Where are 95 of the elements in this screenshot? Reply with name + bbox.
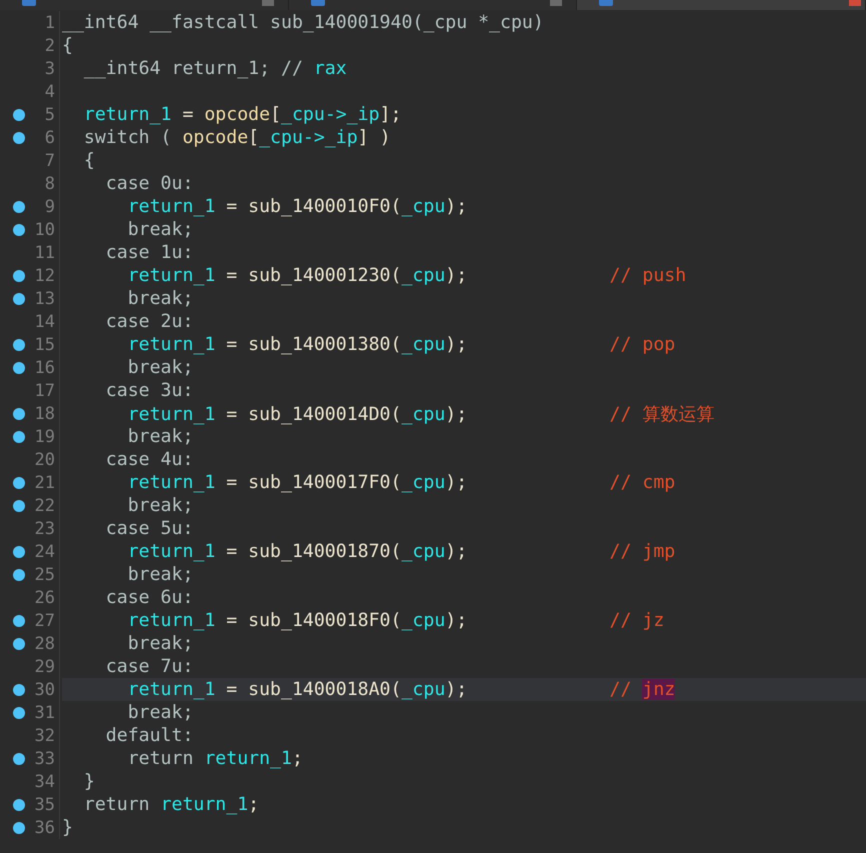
code-line: return_1 = sub_1400018F0(_cpu); // jz bbox=[126, 610, 664, 631]
code-line: return_1 = sub_1400018A0(_cpu); // jnz bbox=[126, 679, 676, 700]
breakpoint-dot[interactable] bbox=[13, 132, 25, 144]
breakpoint-dot[interactable] bbox=[13, 108, 25, 120]
tab[interactable] bbox=[577, 0, 866, 10]
code-line: break; bbox=[126, 288, 194, 309]
breakpoint-dot[interactable] bbox=[13, 430, 25, 442]
code-line: return return_1; bbox=[82, 794, 260, 815]
code-line: default: bbox=[104, 725, 194, 746]
line-number: 26 bbox=[34, 588, 56, 608]
code-line: case 6u: bbox=[104, 587, 194, 608]
code-line: case 1u: bbox=[104, 242, 194, 263]
line-number: 21 bbox=[34, 472, 56, 492]
line-number: 20 bbox=[34, 450, 56, 470]
code-line: case 2u: bbox=[104, 311, 194, 332]
code-line: break; bbox=[126, 219, 194, 240]
breakpoint-dot[interactable] bbox=[13, 500, 25, 512]
line-number: 23 bbox=[34, 518, 56, 538]
line-number: 13 bbox=[34, 288, 56, 308]
breakpoint-dot[interactable] bbox=[13, 408, 25, 420]
line-number: 28 bbox=[34, 634, 56, 654]
code-line: { bbox=[62, 35, 73, 56]
tab[interactable] bbox=[288, 0, 578, 10]
breakpoint-dot[interactable] bbox=[13, 200, 25, 212]
code-line: } bbox=[82, 771, 95, 792]
line-number: 34 bbox=[34, 772, 56, 792]
code-line: __int64 return_1; // rax bbox=[82, 58, 347, 79]
code-line: case 3u: bbox=[104, 380, 194, 401]
line-number: 9 bbox=[44, 196, 56, 216]
line-number: 19 bbox=[34, 426, 56, 446]
line-number: 14 bbox=[34, 312, 56, 332]
line-number: 32 bbox=[34, 726, 56, 746]
code-line: break; bbox=[126, 426, 194, 447]
line-number: 15 bbox=[34, 334, 56, 354]
breakpoint-dot[interactable] bbox=[13, 638, 25, 650]
breakpoint-dot[interactable] bbox=[13, 822, 25, 834]
breakpoint-dot[interactable] bbox=[13, 338, 25, 350]
line-number: 16 bbox=[34, 358, 56, 378]
breakpoint-dot[interactable] bbox=[13, 546, 25, 558]
line-number: 22 bbox=[34, 496, 56, 516]
line-number: 2 bbox=[44, 36, 56, 56]
line-number: 11 bbox=[34, 242, 56, 262]
code-line: case 0u: bbox=[104, 173, 194, 194]
breakpoint-dot[interactable] bbox=[13, 798, 25, 810]
code-line: case 5u: bbox=[104, 518, 194, 539]
code-line: break; bbox=[126, 357, 194, 378]
line-number: 35 bbox=[34, 794, 56, 814]
breakpoint-dot[interactable] bbox=[13, 292, 25, 304]
line-number: 36 bbox=[34, 818, 56, 838]
code-line: break; bbox=[126, 564, 194, 585]
code-line: { bbox=[82, 150, 95, 171]
line-number: 4 bbox=[44, 82, 56, 102]
code-line: break; bbox=[126, 633, 194, 654]
breakpoint-dot[interactable] bbox=[13, 362, 25, 374]
code-line: return_1 = sub_1400014D0(_cpu); // 算数运算 bbox=[126, 403, 714, 426]
code-line: return_1 = sub_140001380(_cpu); // pop bbox=[126, 334, 676, 355]
line-number: 24 bbox=[34, 542, 56, 562]
code-line: switch ( opcode[_cpu->_ip] ) bbox=[82, 127, 391, 148]
code-line: return_1 = opcode[_cpu->_ip]; bbox=[82, 104, 402, 125]
line-number: 27 bbox=[34, 610, 56, 630]
breakpoint-dot[interactable] bbox=[13, 684, 25, 696]
line-number: 12 bbox=[34, 266, 56, 286]
line-number: 31 bbox=[34, 702, 56, 722]
code-line: case 4u: bbox=[104, 449, 194, 470]
breakpoint-dot[interactable] bbox=[13, 614, 25, 626]
code-line: } bbox=[62, 817, 73, 838]
line-number: 6 bbox=[44, 128, 56, 148]
line-number: 1 bbox=[44, 12, 56, 32]
line-number: 17 bbox=[34, 380, 56, 400]
line-number: 10 bbox=[34, 220, 56, 240]
line-number: 29 bbox=[34, 656, 56, 676]
code-line: return_1 = sub_140001870(_cpu); // jmp bbox=[126, 541, 676, 562]
breakpoint-dot[interactable] bbox=[13, 270, 25, 282]
line-number: 30 bbox=[34, 680, 56, 700]
code-line: __int64 __fastcall sub_140001940(_cpu *_cpu) bbox=[62, 12, 544, 33]
line-number: 8 bbox=[44, 174, 56, 194]
line-number: 33 bbox=[34, 748, 56, 768]
code-line: case 7u: bbox=[104, 656, 194, 677]
line-number: 5 bbox=[44, 104, 56, 124]
line-number: 18 bbox=[34, 404, 56, 424]
code-line: return_1 = sub_1400010F0(_cpu); bbox=[126, 196, 468, 217]
line-number: 25 bbox=[34, 564, 56, 584]
line-number: 3 bbox=[44, 58, 56, 78]
line-number: 7 bbox=[44, 150, 56, 170]
code-line: break; bbox=[126, 495, 194, 516]
breakpoint-dot[interactable] bbox=[13, 706, 25, 718]
code-line: return return_1; bbox=[126, 748, 303, 769]
breakpoint-dot[interactable] bbox=[13, 752, 25, 764]
code-line: return_1 = sub_140001230(_cpu); // push bbox=[126, 265, 686, 286]
breakpoint-dot[interactable] bbox=[13, 224, 25, 236]
breakpoint-dot[interactable] bbox=[13, 568, 25, 580]
breakpoint-dot[interactable] bbox=[13, 476, 25, 488]
code-line: return_1 = sub_1400017F0(_cpu); // cmp bbox=[126, 472, 676, 493]
tab[interactable] bbox=[0, 0, 289, 10]
code-line: break; bbox=[126, 702, 194, 723]
